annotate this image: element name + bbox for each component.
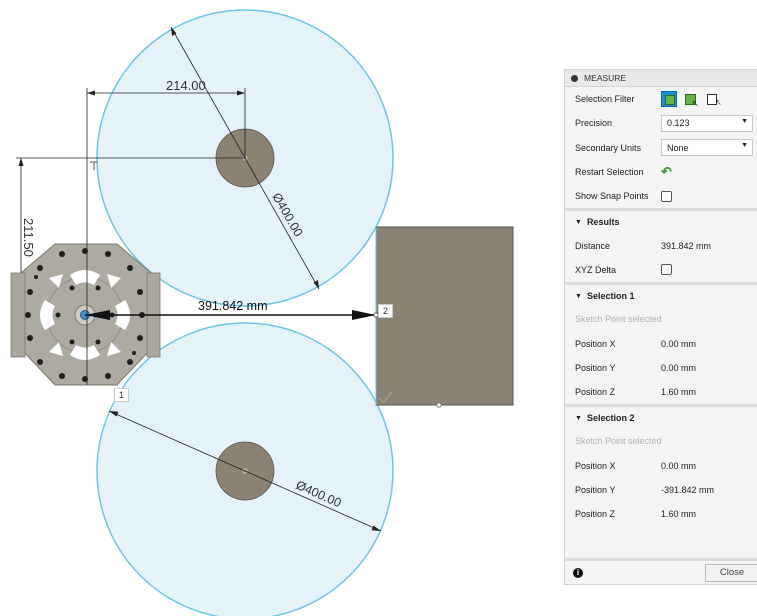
s1-position-x-value: 0.00 mm [661,338,697,349]
s1-position-z-row: Position Z 1.60 mm [565,380,757,404]
precision-label: Precision [575,118,613,129]
panel-title: MEASURE [584,73,627,83]
distance-row: Distance 391.842 mm [565,233,757,257]
show-snap-points-row: Show Snap Points [565,184,757,208]
s2-position-z-row: Position Z 1.60 mm [565,502,757,526]
xyz-delta-checkbox[interactable] [661,264,672,276]
restart-arrow-icon[interactable]: ↶ [661,164,672,180]
chevron-down-icon: ▼ [741,117,748,125]
distance-value: 391.842 mm [661,240,712,251]
panel-header[interactable]: MEASURE [565,70,757,87]
dim-arrow-left [87,90,95,96]
precision-row: Precision 0.123 ▼ [565,111,757,135]
s1-position-y-row: Position Y 0.00 mm [565,356,757,380]
selection-filter-label: Selection Filter [575,94,635,105]
triangle-down-icon: ▼ [575,414,582,422]
s1-position-y-value: 0.00 mm [661,362,697,373]
secondary-units-dropdown[interactable]: None ▼ [661,139,753,157]
measure-panel: MEASURE Selection Filter ↖ ↖ Precision 0… [564,69,757,585]
selection2-title: Selection 2 [586,413,635,424]
info-icon[interactable]: i [573,567,583,578]
filter-body-icon[interactable] [661,91,677,108]
measure-arrow-right [352,310,376,320]
selection2-section-header[interactable]: ▼ Selection 2 [565,404,757,429]
s1-position-x-label: Position X [575,338,616,349]
precision-value: 0.123 [667,118,690,129]
s2-position-y-label: Position Y [575,485,616,495]
selection1-title: Selection 1 [586,291,635,302]
selection-filter-row: Selection Filter ↖ ↖ [565,87,757,111]
s1-position-z-value: 1.60 mm [661,387,697,398]
s1-position-x-row: Position X 0.00 mm [565,331,757,355]
restart-selection-label: Restart Selection [575,167,644,178]
secondary-units-row: Secondary Units None ▼ [565,136,757,160]
selection2-hint: Sketch Point selected [575,436,662,447]
s2-position-z-label: Position Z [575,509,616,520]
measure-distance-text: 391.842 mm [198,299,267,313]
results-section-header[interactable]: ▼ Results [565,208,757,233]
selection1-section-header[interactable]: ▼ Selection 1 [565,282,757,307]
results-title: Results [586,217,620,228]
s2-position-x-row: Position X 0.00 mm [565,454,757,478]
s2-position-x-label: Position X [575,460,616,471]
restart-selection-row: Restart Selection ↶ [565,160,757,184]
panel-footer: i Close [565,558,757,584]
s1-position-z-label: Position Z [575,387,616,398]
filter-edge-icon[interactable]: ↖ [705,91,722,107]
chevron-down-icon: ▼ [741,142,748,150]
s2-position-y-row: Position Y -391.842 mm [565,478,757,502]
s1-position-y-label: Position Y [575,362,616,373]
triangle-down-icon: ▼ [575,292,582,300]
distance-label: Distance [575,240,611,251]
dim-text-vertical[interactable]: 211.50 [21,218,36,257]
show-snap-points-checkbox[interactable] [661,190,672,202]
plate-midpoint[interactable] [436,402,442,408]
point-tag-2: 2 [378,304,394,318]
s2-position-x-value: 0.00 mm [661,460,697,471]
secondary-units-value: None [667,142,689,153]
xyz-delta-label: XYZ Delta [575,264,617,275]
filter-face-icon[interactable]: ↖ [683,91,699,108]
show-snap-points-label: Show Snap Points [575,191,649,202]
precision-dropdown[interactable]: 0.123 ▼ [661,114,753,132]
xyz-delta-row: XYZ Delta [565,258,757,282]
selection1-hint: Sketch Point selected [575,314,662,325]
dim-arrow-top [18,158,24,166]
point-tag-1: 1 [114,388,130,402]
collapse-dot-icon[interactable] [571,74,578,82]
triangle-down-icon: ▼ [575,218,582,226]
s2-position-z-value: 1.60 mm [661,509,697,520]
dim-text-horizontal[interactable]: 214.00 [166,78,206,93]
rectangular-plate[interactable] [375,226,514,406]
secondary-units-label: Secondary Units [575,142,642,153]
s2-position-y-value: -391.842 mm [661,485,715,495]
close-button[interactable]: Close [705,563,757,582]
